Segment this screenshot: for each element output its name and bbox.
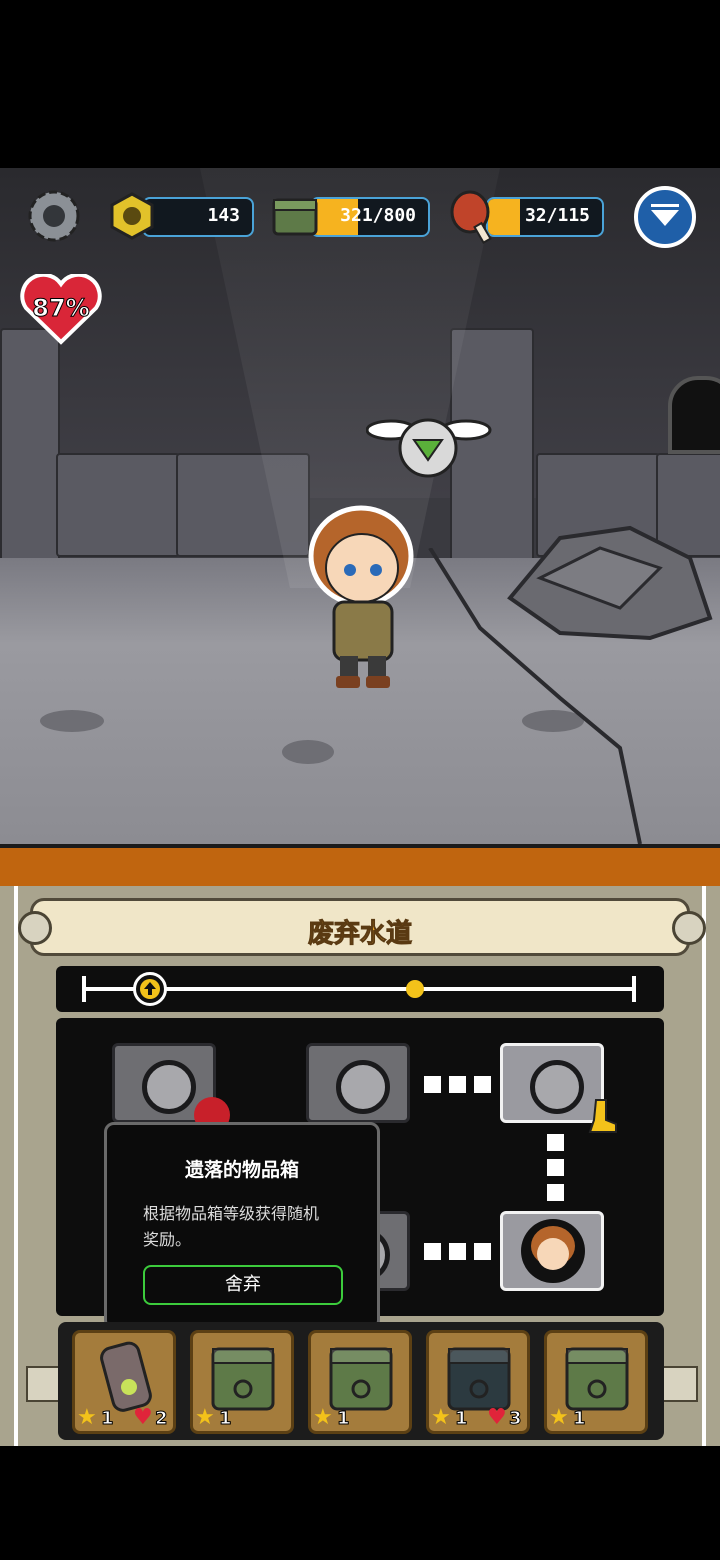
room-node-current[interactable] [500, 1211, 604, 1291]
boot-icon [588, 1098, 618, 1134]
banner-knob [672, 911, 706, 945]
popup-title: 遗落的物品箱 [184, 1159, 299, 1181]
player-progress-marker [133, 972, 168, 1006]
progress-event-dot [406, 980, 425, 998]
path-dot [547, 1184, 564, 1201]
supplies-value: 321/800 [340, 205, 416, 226]
star-count: 1 [219, 1408, 232, 1430]
path-dot [449, 1243, 466, 1260]
progress-track [56, 966, 664, 1012]
green-crate-icon [329, 1347, 393, 1411]
star-count: 1 [337, 1408, 350, 1430]
item-popup: 遗落的物品箱 根据物品箱等级获得随机 奖励。 舍弃 [104, 1122, 380, 1330]
heart-count: 2 [155, 1408, 168, 1430]
path-dot [474, 1076, 491, 1093]
panel-top-strip [0, 844, 720, 890]
discard-button[interactable]: 舍弃 [143, 1265, 343, 1305]
wall-block [56, 453, 180, 557]
heart-icon: ♥ [487, 1405, 507, 1430]
floor-puddle [282, 740, 334, 764]
star-icon: ★ [313, 1405, 333, 1430]
bolt-nut-icon [106, 190, 158, 242]
game-scene [0, 168, 720, 844]
popup-description: 根据物品箱等级获得随机 奖励。 [143, 1201, 353, 1253]
panel-border [702, 886, 706, 1446]
bolts-value: 143 [207, 205, 240, 226]
path-dot [449, 1076, 466, 1093]
supply-crate-icon [270, 192, 320, 240]
heart-icon: ♥ [133, 1405, 153, 1430]
popup-description-line: 根据物品箱等级获得随机 [143, 1204, 320, 1223]
food-value: 32/115 [524, 205, 590, 226]
path-dot [424, 1243, 441, 1260]
star-icon: ★ [549, 1405, 569, 1430]
popup-description-line: 奖励。 [143, 1230, 192, 1249]
supplies-counter: 321/800 [310, 197, 430, 237]
heart-count: 3 [509, 1408, 522, 1430]
progress-end-tick [632, 976, 636, 1002]
drone-companion[interactable] [366, 408, 492, 484]
inventory-slot[interactable]: ★ 1 ♥ 3 [426, 1330, 530, 1434]
star-icon: ★ [195, 1405, 215, 1430]
floor-puddle [40, 710, 104, 732]
inventory-slot[interactable]: ★ 1 [544, 1330, 648, 1434]
floor-crack [428, 548, 642, 844]
path-dot [474, 1243, 491, 1260]
path-dot [547, 1134, 564, 1151]
settings-gear-icon[interactable] [24, 186, 84, 246]
player-portrait-icon [521, 1219, 585, 1283]
health-heart-icon: 87% [20, 274, 102, 346]
up-arrow-icon [140, 979, 161, 999]
green-crate-icon [565, 1347, 629, 1411]
dropdown-menu-button[interactable] [634, 186, 696, 248]
location-title: 废弃水道 [307, 919, 412, 950]
star-count: 1 [573, 1408, 586, 1430]
inventory-slot[interactable]: ★ 1 [190, 1330, 294, 1434]
star-count: 1 [455, 1408, 468, 1430]
inventory-slot[interactable]: ★ 1 ♥ 2 [72, 1330, 176, 1434]
progress-start-tick [82, 976, 86, 1002]
capsule-icon [100, 1341, 152, 1412]
star-icon: ★ [431, 1405, 451, 1430]
location-banner: 废弃水道 [30, 898, 690, 956]
tunnel-arch [668, 376, 720, 454]
room-node[interactable] [306, 1043, 410, 1123]
chevron-down-icon [651, 204, 679, 226]
star-count: 1 [101, 1408, 114, 1430]
meat-icon [448, 186, 498, 246]
health-value: 87% [32, 294, 90, 323]
path-dot [547, 1159, 564, 1176]
inventory-slot[interactable]: ★ 1 [308, 1330, 412, 1434]
star-icon: ★ [77, 1405, 97, 1430]
player-character[interactable] [296, 504, 426, 694]
path-dot [424, 1076, 441, 1093]
wall-pillar [0, 328, 60, 562]
bolts-counter: 143 [142, 197, 254, 237]
banner-knob [18, 911, 52, 945]
panel-border [14, 886, 18, 1446]
dark-crate-icon [447, 1347, 511, 1411]
food-counter: 32/115 [486, 197, 604, 237]
green-crate-icon [211, 1347, 275, 1411]
